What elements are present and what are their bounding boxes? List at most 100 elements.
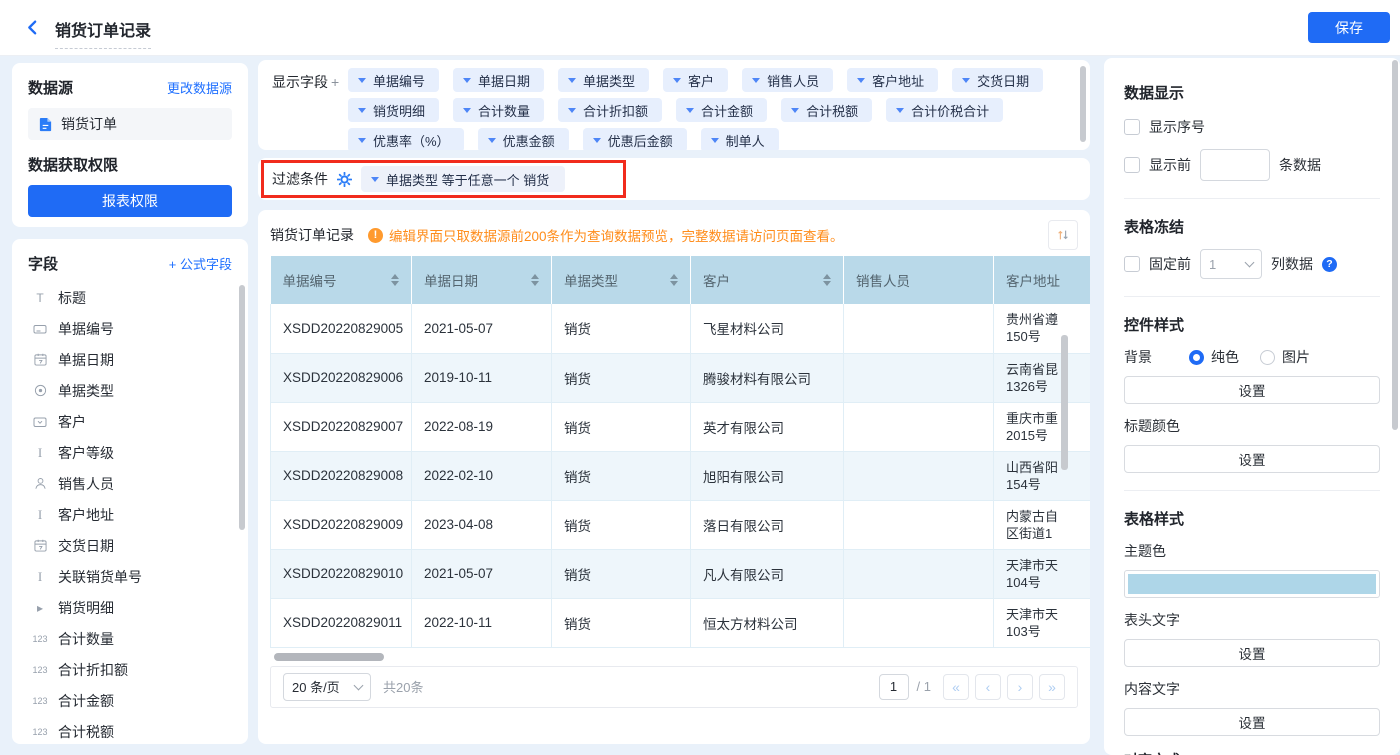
display-field-chip[interactable]: 合计税额 [781, 98, 872, 122]
column-sort-icon[interactable] [823, 274, 831, 286]
field-list: T标题单据编号单据日期单据类型客户I客户等级销售人员I客户地址交货日期I关联销货… [28, 282, 232, 744]
chevron-down-icon [1245, 258, 1255, 268]
table-row: XSDD202208290052021-05-07销货飞星材料公司贵州省遵150… [271, 304, 1091, 353]
document-icon [38, 117, 53, 132]
display-field-chip[interactable]: 单据编号 [348, 68, 439, 92]
field-item[interactable]: 单据编号 [28, 313, 232, 344]
field-item[interactable]: I客户地址 [28, 499, 232, 530]
table-cell: 2019-10-11 [412, 353, 552, 402]
display-field-chip[interactable]: 合计金额 [676, 98, 767, 122]
top-bar: 销货订单记录 保存 [0, 0, 1400, 56]
display-field-chip[interactable]: 合计价税合计 [886, 98, 1003, 122]
table-cell: XSDD20220829005 [271, 304, 412, 353]
field-item[interactable]: I关联销货单号 [28, 561, 232, 592]
last-page-button[interactable]: » [1039, 674, 1065, 700]
text-field-icon: I [31, 507, 49, 523]
table-cell: 销货 [552, 304, 691, 353]
field-item-label: 销售人员 [58, 474, 114, 494]
show-first-prefix: 显示前 [1149, 155, 1191, 175]
display-field-chip[interactable]: 单据日期 [453, 68, 544, 92]
background-set-button[interactable]: 设置 [1124, 376, 1380, 404]
display-field-chip[interactable]: 客户 [663, 68, 728, 92]
freeze-checkbox[interactable] [1124, 256, 1140, 272]
chevron-down-icon [463, 108, 471, 113]
field-item[interactable]: 123合计数量 [28, 623, 232, 654]
column-sort-icon[interactable] [670, 274, 678, 286]
table-cell: 天津市天104号 [994, 549, 1091, 598]
select-icon [31, 415, 49, 429]
display-field-chip[interactable]: 合计折扣额 [558, 98, 662, 122]
table-cell: XSDD20220829006 [271, 353, 412, 402]
question-icon[interactable]: ? [1322, 257, 1337, 272]
solid-color-radio[interactable] [1189, 350, 1204, 365]
chevron-down-icon [488, 138, 496, 143]
first-page-button[interactable]: « [943, 674, 969, 700]
field-item-label: 客户等级 [58, 443, 114, 463]
theme-color-picker[interactable] [1124, 570, 1380, 598]
display-field-chip[interactable]: 优惠后金额 [583, 128, 687, 150]
header-text-set-button[interactable]: 设置 [1124, 639, 1380, 667]
datasource-item[interactable]: 销货订单 [28, 108, 232, 140]
field-item[interactable]: 123合计税额 [28, 716, 232, 744]
field-item[interactable]: 123合计金额 [28, 685, 232, 716]
table-sort-button[interactable] [1048, 220, 1078, 250]
column-sort-icon[interactable] [531, 274, 539, 286]
field-item-label: 合计折扣额 [58, 660, 128, 680]
field-item[interactable]: T标题 [28, 282, 232, 313]
field-item[interactable]: 交货日期 [28, 530, 232, 561]
add-display-field-button[interactable]: + [331, 74, 339, 90]
table-cell: XSDD20220829008 [271, 451, 412, 500]
chevron-down-icon [358, 138, 366, 143]
show-first-count-input[interactable] [1200, 149, 1270, 181]
add-formula-field-link[interactable]: + 公式字段 [169, 254, 232, 273]
display-field-chip[interactable]: 销售人员 [742, 68, 833, 92]
display-field-chip[interactable]: 优惠金额 [478, 128, 569, 150]
column-sort-icon[interactable] [391, 274, 399, 286]
change-datasource-link[interactable]: 更改数据源 [167, 78, 232, 97]
title-color-set-button[interactable]: 设置 [1124, 445, 1380, 473]
field-item[interactable]: 单据日期 [28, 344, 232, 375]
chevron-down-icon [568, 78, 576, 83]
chevron-down-icon [358, 78, 366, 83]
field-item[interactable]: 单据类型 [28, 375, 232, 406]
show-first-checkbox[interactable] [1124, 157, 1140, 173]
display-fields-scrollbar-thumb[interactable] [1080, 66, 1086, 142]
save-button[interactable]: 保存 [1308, 12, 1390, 43]
report-permission-button[interactable]: 报表权限 [28, 185, 232, 217]
display-field-chip[interactable]: 单据类型 [558, 68, 649, 92]
page-number-input[interactable] [879, 674, 909, 700]
display-field-chip[interactable]: 合计数量 [453, 98, 544, 122]
table-cell: 云南省昆1326号 [994, 353, 1091, 402]
field-item[interactable]: ▸销货明细 [28, 592, 232, 623]
gear-icon[interactable] [337, 172, 352, 187]
field-item[interactable]: 客户 [28, 406, 232, 437]
content-text-set-button[interactable]: 设置 [1124, 708, 1380, 736]
chevron-down-icon [962, 78, 970, 83]
fields-scrollbar-thumb[interactable] [239, 285, 245, 530]
pagination-bar: 20 条/页 共20条 / 1 «‹›» [270, 666, 1078, 708]
display-field-chip[interactable]: 销货明细 [348, 98, 439, 122]
next-page-button[interactable]: › [1007, 674, 1033, 700]
chip-label: 合计数量 [478, 101, 530, 120]
prev-page-button[interactable]: ‹ [975, 674, 1001, 700]
theme-color-label: 主题色 [1124, 541, 1380, 561]
field-item[interactable]: 123合计折扣额 [28, 654, 232, 685]
filter-condition-chip[interactable]: 单据类型 等于任意一个 销货 [361, 166, 565, 192]
display-field-chip[interactable]: 优惠率（%） [348, 128, 464, 150]
image-radio[interactable] [1260, 350, 1275, 365]
page-size-select[interactable]: 20 条/页 [283, 673, 371, 701]
back-icon[interactable] [24, 19, 41, 36]
field-item[interactable]: I客户等级 [28, 437, 232, 468]
field-item[interactable]: 销售人员 [28, 468, 232, 499]
show-index-checkbox[interactable] [1124, 119, 1140, 135]
display-field-chip[interactable]: 交货日期 [952, 68, 1043, 92]
freeze-count-select[interactable]: 1 [1200, 249, 1262, 279]
display-field-chip[interactable]: 客户地址 [847, 68, 938, 92]
chip-label: 客户 [688, 71, 714, 90]
horizontal-scrollbar-thumb[interactable] [274, 653, 384, 661]
table-scrollbar-thumb[interactable] [1061, 335, 1068, 470]
settings-scrollbar-thumb[interactable] [1392, 60, 1398, 430]
display-field-chip[interactable]: 制单人 [701, 128, 779, 150]
page-size-value: 20 条/页 [292, 677, 340, 696]
column-header: 单据日期 [412, 256, 552, 304]
